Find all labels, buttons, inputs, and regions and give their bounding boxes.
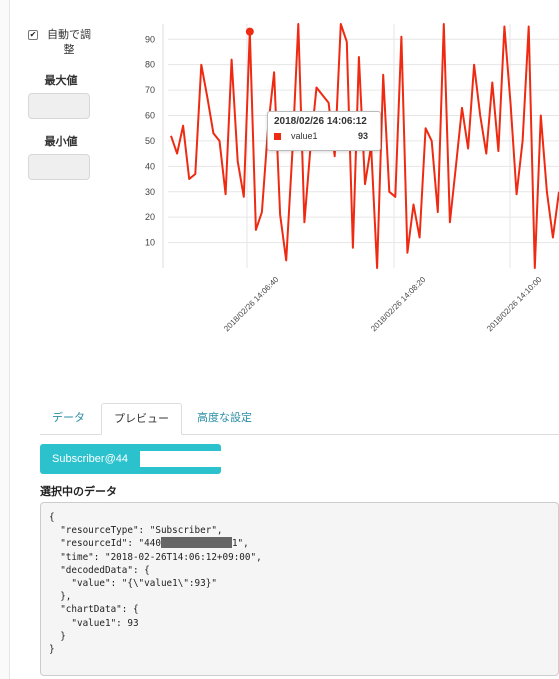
tooltip-series-name: value1: [291, 131, 318, 141]
subscriber-button[interactable]: Subscriber@44: [40, 444, 248, 474]
y-tick-label: 60: [145, 111, 155, 121]
min-value-input[interactable]: [28, 154, 90, 180]
x-tick-label: 2018/02/26 14:08:20: [369, 275, 428, 334]
json-line: },: [49, 591, 72, 603]
min-value-label: 最小値: [44, 136, 78, 148]
json-line: {: [49, 512, 55, 523]
subscriber-button-label: Subscriber@44: [52, 453, 128, 465]
line-chart[interactable]: 10 20 30 40 50 60 70 80 90 2018/02/26 14:06:40 201…: [130, 10, 559, 370]
y-tick-label: 90: [145, 34, 155, 44]
y-tick-label: 50: [145, 136, 155, 146]
tooltip-value: 93: [357, 131, 368, 141]
json-line: "chartData": {: [49, 604, 139, 616]
highlighted-data-point: [245, 27, 254, 36]
auto-adjust-label: 自動で調整: [47, 29, 91, 56]
json-line: "value1": 93: [49, 617, 139, 629]
y-tick-label: 70: [145, 85, 155, 95]
chart-controls-panel: ✔ 自動で調整 最大値 最小値: [28, 28, 98, 180]
tab-advanced-settings[interactable]: 高度な設定: [185, 403, 264, 435]
json-line: "decodedData": {: [49, 564, 150, 576]
json-line-resource-id: "resourceId": "440 1",: [49, 537, 550, 550]
redacted-subscriber-id: [140, 451, 248, 467]
max-value-label: 最大値: [44, 75, 78, 87]
y-tick-label: 30: [145, 187, 155, 197]
y-tick-label: 80: [145, 60, 155, 70]
y-tick-label: 20: [145, 212, 155, 222]
tooltip-title: 2018/02/26 14:06:12: [274, 116, 367, 127]
max-value-input[interactable]: [28, 93, 90, 119]
x-tick-label: 2018/02/26 14:06:40: [222, 275, 281, 334]
json-line: }: [49, 630, 66, 642]
tooltip-series-swatch: [274, 132, 281, 140]
left-sidebar-rail: [0, 0, 10, 679]
line-chart-svg: 10 20 30 40 50 60 70 80 90 2018/02/26 14:06:40 201…: [145, 23, 559, 334]
x-tick-label: 2018/02/26 14:10:00: [485, 275, 544, 334]
selected-data-title: 選択中のデータ: [40, 486, 117, 498]
redacted-resource-id: [160, 537, 232, 549]
preview-tabs: データ プレビュー 高度な設定: [40, 403, 559, 435]
json-line-resource-id-suffix: 1",: [231, 538, 249, 550]
tab-preview[interactable]: プレビュー: [101, 403, 182, 435]
auto-adjust-row[interactable]: ✔ 自動で調整: [28, 28, 98, 58]
json-line: "time": "2018-02-26T14:06:12+09:00",: [49, 551, 262, 563]
json-line: }: [49, 644, 55, 656]
json-line-resource-id-prefix: "resourceId": "440: [49, 538, 161, 550]
chart-tooltip: 2018/02/26 14:06:12 value1 93: [267, 111, 381, 151]
y-tick-label: 10: [145, 238, 155, 248]
json-line: "value": "{\"value1\":93}": [49, 578, 217, 590]
tooltip-row: value1 93: [274, 131, 374, 141]
y-tick-label: 40: [145, 161, 155, 171]
auto-adjust-checkbox[interactable]: ✔: [28, 30, 38, 40]
tab-data[interactable]: データ: [40, 403, 97, 435]
selected-data-json: { "resourceType": "Subscriber", "resourc…: [40, 502, 559, 676]
json-line: "resourceType": "Subscriber",: [49, 525, 223, 537]
